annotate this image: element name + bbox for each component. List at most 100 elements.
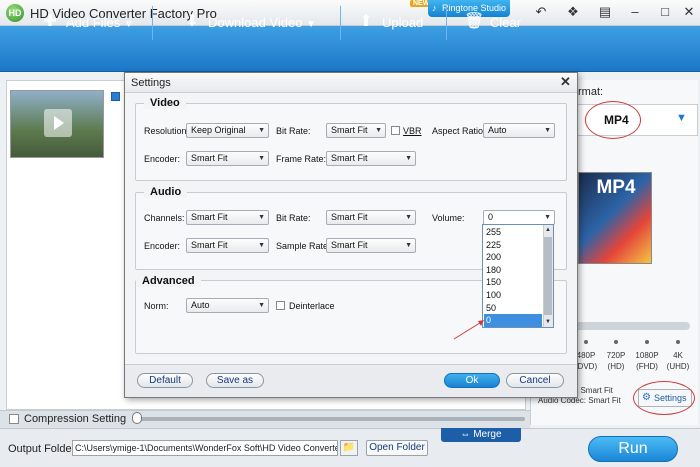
vbr-checkbox[interactable] [391,126,400,135]
volume-option[interactable]: 200 [484,251,542,264]
volume-option[interactable]: 150 [484,276,542,289]
annotation-circle [585,101,641,139]
volume-select[interactable]: 0 ▼ [483,210,555,225]
quality-tick [614,340,618,344]
frame-rate-select[interactable]: Smart Fit ▼ [326,151,416,166]
add-files-button[interactable]: ✚ Add Files ▼ [30,0,140,46]
download-video-button[interactable]: ⬇ Download Video ▼ [172,0,322,46]
chevron-down-icon[interactable]: ▼ [676,112,687,124]
quality-tick [645,340,649,344]
file-checkbox[interactable] [111,92,120,101]
volume-option[interactable]: 50 [484,302,542,315]
dialog-title: Settings [131,77,171,89]
video-thumbnail[interactable] [10,90,104,158]
audio-encoder-label: Encoder: [144,241,181,251]
advanced-group-title: Advanced [136,275,201,287]
chevron-down-icon: ▼ [405,242,412,249]
chevron-down-icon: ▼ [544,214,551,221]
quality-slider[interactable] [560,322,690,330]
clear-button[interactable]: 🗑 Clear [454,0,534,46]
run-button[interactable]: Run [588,436,678,462]
trash-icon: 🗑 [464,13,485,30]
video-encoder-select[interactable]: Smart Fit ▼ [186,151,269,166]
output-folder-input[interactable]: C:\Users\ymige-1\Documents\WonderFox Sof… [72,440,338,456]
close-icon[interactable]: ✕ [676,2,700,22]
quality-label-4k[interactable]: 4K (UHD) [664,350,692,372]
sample-rate-select[interactable]: Smart Fit ▼ [326,238,416,253]
volume-option[interactable]: 0 [484,314,542,327]
chevron-down-icon: ▼ [258,127,265,134]
chevron-down-icon: ▼ [258,155,265,162]
volume-value: 0 [488,212,494,222]
annotation-arrow [453,320,484,340]
maximize-icon[interactable]: □ [652,2,678,22]
download-icon: ⬇ [185,13,199,30]
audio-encoder-select[interactable]: Smart Fit ▼ [186,238,269,253]
audio-bitrate-label: Bit Rate: [276,213,311,223]
scroll-up-icon[interactable]: ▲ [543,225,553,235]
audio-bitrate-select[interactable]: Smart Fit ▼ [326,210,416,225]
upload-icon: ⬆ [359,13,373,30]
menu-icon[interactable]: ▤ [592,2,618,22]
ok-button[interactable]: Ok [444,373,500,388]
chevron-down-icon: ▼ [123,19,134,30]
channels-select[interactable]: Smart Fit ▼ [186,210,269,225]
dropdown-scroll-thumb[interactable] [544,237,552,315]
aspect-ratio-select[interactable]: Auto ▼ [483,123,555,138]
merge-label: Merge [473,429,502,440]
clear-label: Clear [490,15,522,30]
audio-encoder-value: Smart Fit [191,240,228,250]
vbr-label: VBR [403,126,422,136]
video-group-title: Video [144,97,186,109]
quality-tick [584,340,588,344]
output-folder-label: Output Folder: [8,443,79,455]
minimize-icon[interactable]: – [622,2,648,22]
quality-label-720p[interactable]: 720P (HD) [602,350,630,372]
compression-slider[interactable] [133,417,525,421]
compression-checkbox[interactable] [9,414,19,424]
chevron-down-icon: ▼ [405,155,412,162]
toolbar-divider [152,6,153,40]
quality-label-1080p[interactable]: 1080P (FHD) [633,350,661,372]
compression-label: Compression Setting [24,413,127,425]
resolution-label: Resolution: [144,126,190,136]
volume-option[interactable]: 255 [484,226,542,239]
volume-option[interactable]: 180 [484,264,542,277]
chevron-down-icon: ▼ [258,242,265,249]
app-logo-icon: HD [6,4,24,22]
video-bitrate-select[interactable]: Smart Fit ▼ [326,123,386,138]
frame-rate-value: Smart Fit [331,153,368,163]
video-group [135,103,567,181]
cancel-button[interactable]: Cancel [506,373,564,388]
download-video-label: Download Video [208,15,303,30]
resolution-select[interactable]: Keep Original ▼ [186,123,269,138]
scroll-down-icon[interactable]: ▼ [543,317,553,327]
deinterlace-checkbox[interactable] [276,301,285,310]
tools-icon[interactable]: ❖ [560,2,586,22]
upload-button[interactable]: ⬆ Upload [346,0,436,46]
channels-label: Channels: [144,213,185,223]
compression-slider-handle[interactable] [132,412,142,424]
default-button[interactable]: Default [137,373,193,388]
add-files-icon: ✚ [43,13,57,30]
merge-icon: ⇔ [460,429,474,440]
frame-rate-label: Frame Rate: [276,154,327,164]
sample-rate-label: Sample Rate: [276,241,331,251]
save-as-button[interactable]: Save as [206,373,264,388]
resolution-value: Keep Original [191,125,246,135]
upload-label: Upload [382,15,424,30]
dialog-title-bar [125,73,577,93]
close-icon[interactable]: ✕ [560,74,571,90]
video-bitrate-value: Smart Fit [331,125,368,135]
audio-group-title: Audio [144,186,188,198]
merge-button[interactable]: ⇔ Merge [441,428,521,442]
volume-option[interactable]: 100 [484,289,542,302]
chevron-down-icon: ▼ [375,127,382,134]
volume-option[interactable]: 225 [484,239,542,252]
deinterlace-label: Deinterlace [289,301,335,311]
toolbar-divider [340,6,341,40]
folder-icon[interactable]: 📁 [340,440,358,456]
norm-select[interactable]: Auto ▼ [186,298,269,313]
open-folder-button[interactable]: Open Folder [366,440,428,456]
norm-label: Norm: [144,301,169,311]
